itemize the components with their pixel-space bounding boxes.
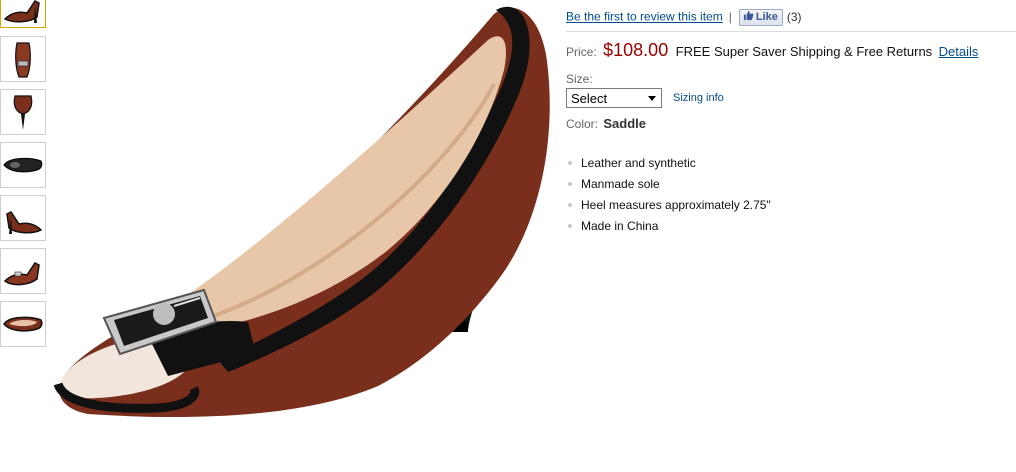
feature-text: Heel measures approximately 2.75" [581, 198, 771, 212]
like-label: Like [755, 11, 778, 23]
size-select[interactable]: Select [566, 88, 662, 108]
list-item: Manmade sole [566, 177, 771, 198]
thumbnail-sole[interactable] [0, 142, 46, 188]
thumbnail-top[interactable] [0, 301, 46, 347]
price-label: Price: [566, 45, 597, 59]
sizing-info-link[interactable]: Sizing info [673, 92, 724, 104]
divider [566, 31, 1016, 32]
list-item: Made in China [566, 219, 771, 240]
thumbs-up-icon [743, 10, 754, 21]
bullet-icon [568, 161, 572, 165]
size-select-value: Select [571, 91, 608, 106]
feature-text: Made in China [581, 219, 659, 233]
list-item: Leather and synthetic [566, 156, 771, 177]
size-label: Size: [566, 72, 593, 86]
bullet-icon [568, 224, 572, 228]
color-row: Color: Saddle [566, 116, 646, 131]
product-image[interactable] [48, 0, 558, 472]
thumbnail-side-left[interactable] [0, 0, 46, 28]
price-value: $108.00 [603, 40, 669, 60]
thumbnail-front[interactable] [0, 36, 46, 82]
first-review-link[interactable]: Be the first to review this item [566, 10, 723, 24]
thumbnail-back[interactable] [0, 89, 46, 135]
like-count: (3) [786, 9, 802, 24]
separator: | [728, 9, 732, 24]
color-value: Saddle [603, 116, 646, 131]
shoe-image [53, 6, 550, 418]
price-row: Price: $108.00 FREE Super Saver Shipping… [566, 40, 978, 61]
bullet-icon [568, 182, 572, 186]
thumbnail-side-right[interactable] [0, 195, 46, 241]
shipping-text: FREE Super Saver Shipping & Free Returns [675, 44, 933, 59]
feature-text: Leather and synthetic [581, 156, 696, 170]
feature-text: Manmade sole [581, 177, 660, 191]
bullet-icon [568, 203, 572, 207]
review-row: Be the first to review this item | Like (3) [566, 9, 802, 26]
color-label: Color: [566, 117, 599, 131]
thumbnail-side-angle[interactable] [0, 248, 46, 294]
list-item: Heel measures approximately 2.75" [566, 198, 771, 219]
like-button[interactable]: Like [738, 9, 783, 26]
shipping-details-link[interactable]: Details [939, 44, 979, 59]
chevron-down-icon [648, 96, 656, 101]
feature-list: Leather and synthetic Manmade sole Heel … [566, 156, 771, 240]
